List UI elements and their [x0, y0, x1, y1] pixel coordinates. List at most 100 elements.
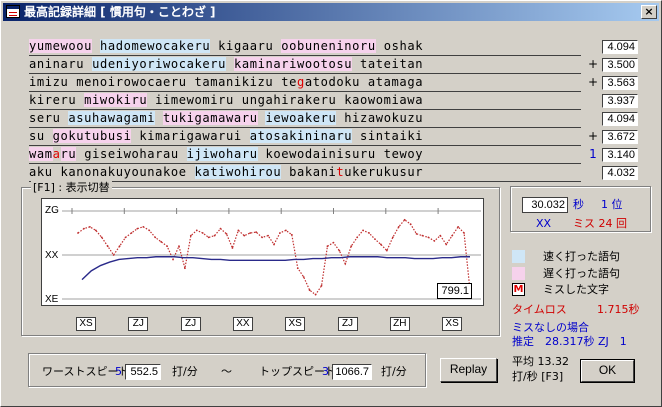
phrase-slow: kaminariwootosu — [233, 57, 353, 71]
chart-point — [184, 267, 186, 270]
miss-mark-icon: M — [512, 283, 525, 296]
text-line: wamaru giseiwoharau ijiwoharu koewodaini… — [29, 146, 581, 164]
line-score: 3.672 — [602, 130, 638, 144]
rank-box: XS — [442, 317, 463, 331]
chart-point — [166, 245, 168, 248]
text-segment: iimewomiru ungahirakeru kaowomiawa — [147, 93, 424, 107]
text-segment: tateitan — [352, 57, 424, 71]
estimate-value: 推定 28.317秒 ZJ 1 — [512, 335, 627, 348]
average-unit: 打/秒 [F3] — [512, 370, 564, 383]
text-line: aninaru udeniyoriwocakeru kaminariwootos… — [29, 56, 581, 74]
text-segment: aninaru — [29, 57, 93, 71]
legend-miss: ミスした文字 — [543, 283, 609, 296]
worst-speed-unit: 打/分 — [172, 365, 198, 378]
worst-speed-value: 552.5 — [125, 364, 161, 380]
text-segment: su — [29, 129, 53, 143]
chart-point — [136, 227, 139, 230]
replay-button[interactable]: Replay — [440, 358, 497, 382]
rank-value: 1 位 — [601, 198, 623, 211]
rank-box: ZJ — [128, 317, 149, 331]
speed-chart[interactable] — [41, 198, 484, 306]
phrase-fast: katiwohirou — [194, 165, 282, 179]
window-title: 最高記録詳細 [ 慣用句・ことわざ ] — [24, 5, 216, 19]
chart-point — [397, 225, 400, 228]
chart-point — [391, 236, 394, 239]
phrase-fast: ijiwoharu — [186, 147, 258, 161]
phrase-fast: asuhawagami — [68, 111, 156, 125]
chart-point — [77, 232, 79, 234]
phrase-slow: ru — [60, 147, 77, 161]
title-bar: 最高記録詳細 [ 慣用句・ことわざ ] × — [3, 3, 659, 21]
ok-button[interactable]: OK — [580, 359, 635, 383]
line-score: 3.937 — [602, 94, 638, 108]
phrase-slow: miwokiru — [84, 93, 148, 107]
phrase-slow: yumewoou — [29, 39, 93, 53]
chart-point — [231, 247, 234, 249]
miss-char: g — [296, 75, 305, 89]
chart-point — [338, 249, 341, 252]
chart-point — [100, 236, 103, 239]
chart-point — [88, 225, 91, 228]
text-segment: oshak — [375, 39, 424, 53]
chart-point — [94, 229, 97, 232]
top-speed-unit: 打/分 — [381, 365, 407, 378]
text-segment — [226, 57, 234, 71]
chart-point — [457, 225, 460, 228]
phrase-slow: gokutubusi — [52, 129, 132, 143]
phrase-slow: tukigamawaru — [163, 111, 258, 125]
fast-swatch — [512, 250, 525, 263]
chart-point — [421, 234, 424, 237]
line-mark: 1 — [589, 147, 597, 161]
text-segment: koewodainisuru tewoy — [257, 147, 424, 161]
chart-point — [415, 232, 418, 235]
chart-point — [243, 234, 246, 237]
chart-point — [112, 254, 115, 256]
nomiss-label: ミスなしの場合 — [512, 321, 589, 334]
text-segment: seru — [29, 111, 69, 125]
line-score: 3.500 — [602, 58, 638, 72]
y-tick-bottom: XE — [45, 294, 59, 305]
text-segment: kigaaru — [210, 39, 282, 53]
line-score: 4.094 — [602, 40, 638, 54]
chart-point — [385, 249, 388, 252]
chart-point — [439, 234, 442, 237]
chart-point — [213, 234, 216, 237]
chart-point — [308, 289, 311, 292]
chart-point — [374, 238, 376, 241]
phrase-fast: udeniyoriwocakeru — [92, 57, 227, 71]
chart-point — [403, 218, 406, 221]
chart-point — [249, 232, 252, 234]
rank-box: XS — [76, 317, 96, 331]
chart-point — [201, 232, 204, 234]
chart-point — [302, 276, 305, 278]
phrase-fast: iewoakeru — [265, 111, 337, 125]
chart-point — [427, 236, 430, 239]
text-segment: kireru — [29, 93, 85, 107]
text-line: seru asuhawagami tukigamawaru iewoakeru … — [29, 110, 581, 128]
timeloss-value: 1.715秒 — [597, 303, 640, 316]
text-segment — [155, 111, 163, 125]
close-button[interactable]: × — [641, 5, 657, 19]
record-detail-window: 最高記録詳細 [ 慣用句・ことわざ ] × yumewoou hadomewoc… — [0, 0, 662, 407]
phrase-fast: atosakininaru — [249, 129, 353, 143]
chart-point — [219, 227, 222, 230]
chart-point — [445, 243, 448, 246]
chart-point — [207, 236, 210, 239]
app-icon — [6, 5, 20, 18]
chart-group-label: [F1] : 表示切替 — [31, 179, 112, 195]
rank-box: ZJ — [180, 317, 201, 331]
chart-point — [255, 231, 258, 234]
text-segment — [92, 39, 100, 53]
line-score: 4.032 — [602, 166, 638, 180]
phrase-slow: oobuneninoru — [281, 39, 376, 53]
chart-point — [326, 245, 329, 248]
text-segment: atodoku atamaga — [304, 75, 424, 89]
chart-point — [332, 241, 335, 244]
text-segment: ukerukusur — [344, 165, 424, 179]
average-label: 平均 13.32 — [512, 355, 569, 368]
chart-point — [118, 245, 121, 248]
rank-box: ZJ — [337, 317, 358, 331]
miss-count: ミス 24 回 — [573, 217, 627, 230]
grade-value: XX — [536, 217, 552, 230]
line-mark: + — [587, 57, 599, 71]
